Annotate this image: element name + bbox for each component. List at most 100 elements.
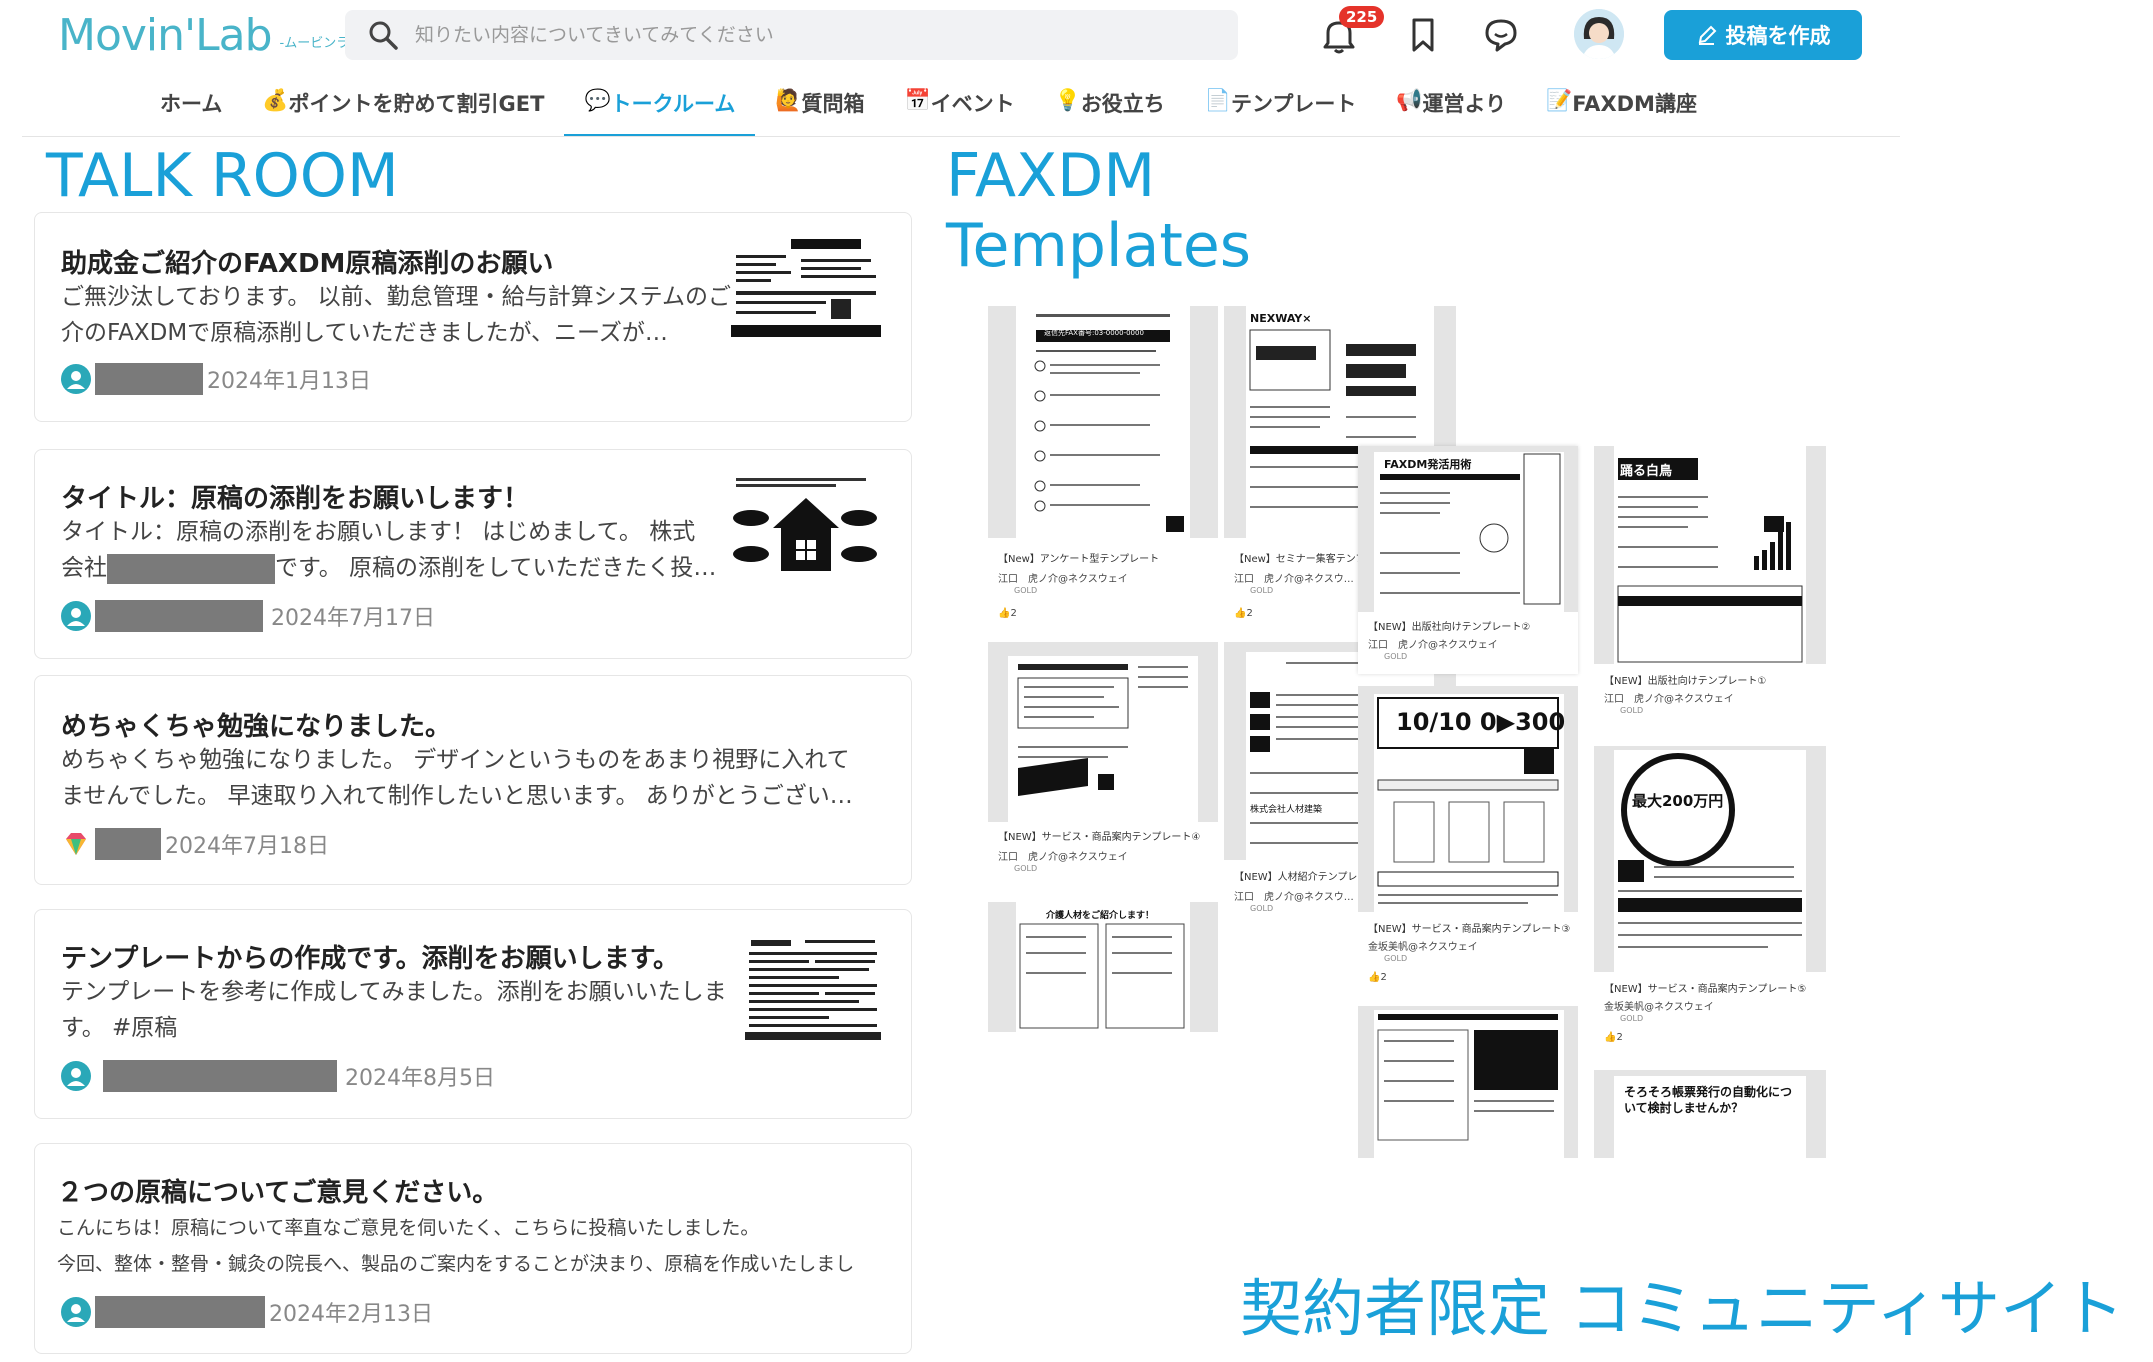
template-card[interactable]: 返信先FAX番号:03-0000-0000 【New】アンケート型テンプレート … <box>988 306 1218 636</box>
thumbs-up-icon: 👍 <box>1368 972 1381 983</box>
author-rank: GOLD <box>1620 706 1644 715</box>
post-excerpt: テンプレートを参考に作成してみました。添削をお願いいたします。 #原稿 <box>61 979 727 1041</box>
template-doc <box>1017 664 1188 796</box>
avatar[interactable] <box>1574 9 1624 59</box>
like-count: 👍2 <box>1368 972 1387 983</box>
like-count: 👍2 <box>1604 1032 1623 1043</box>
tab-talkroom[interactable]: 💬 トークルーム <box>564 88 756 137</box>
nav-divider <box>22 136 1900 137</box>
talkroom-heading: TALK ROOM <box>46 141 399 211</box>
template-card[interactable]: 【NEW】サービス・商品案内テンプレート④ 江口 虎ノ介@ネクスウェイ GOLD <box>988 642 1218 888</box>
like-count: 👍2 <box>1234 608 1253 619</box>
template-card[interactable]: 踊る白鳥 【NEW】出版社向けテンプレート① 江口 虎ノ介@ネクスウェイ GOL… <box>1594 446 1826 728</box>
tab-faxdm-course[interactable]: 📝 FAXDM講座 <box>1526 88 1717 134</box>
template-doc <box>1377 1014 1558 1141</box>
nav-label: 質問箱 <box>801 92 865 116</box>
post-meta: 2024年2月13日 <box>61 1296 433 1328</box>
post-date: 2024年2月13日 <box>269 1302 433 1327</box>
money-bag-icon: 💰 <box>262 88 289 112</box>
template-card[interactable]: 10/10 0▶300 【NEW】サービス・商品案内テンプレート③ 金坂美帆@ネ… <box>1358 686 1578 990</box>
tab-tips[interactable]: 💡 お役立ち <box>1035 88 1185 134</box>
search-icon <box>369 21 398 50</box>
post-meta: 2024年1月13日 <box>61 363 371 395</box>
nav-label: お役立ち <box>1080 92 1165 116</box>
post-thumbnail <box>731 476 881 581</box>
post-excerpt: ご無沙汰しております。 以前、勤怠管理・給与計算システムのご紹介のFAXDMで原… <box>61 284 754 346</box>
nav-label: ポイントを貯めて割引GET <box>288 92 545 116</box>
post-title: 助成金ご紹介のFAXDM原稿添削のお願い <box>61 249 554 279</box>
post-card[interactable]: タイトル：原稿の添削をお願いします！ タイトル：原稿の添削をお願いします！ はじ… <box>34 449 912 659</box>
tagline: 契約者限定 コミュニティサイト <box>1240 1272 2124 1345</box>
nav-label: 運営より <box>1422 92 1507 116</box>
author-rank: GOLD <box>1014 864 1038 873</box>
template-title: 【New】アンケート型テンプレート <box>998 554 1160 565</box>
create-post-button[interactable]: 投稿を作成 <box>1664 10 1862 60</box>
template-preview: 10/10 0▶300 <box>1358 686 1578 912</box>
chat-icon[interactable] <box>1478 12 1524 58</box>
post-excerpt-prefix: 会社 <box>61 555 107 581</box>
user-icon <box>61 1061 91 1091</box>
search-bar[interactable] <box>345 10 1238 60</box>
author-rank: GOLD <box>1250 904 1274 913</box>
post-excerpt: こんにちは！原稿について率直なご意見を伺いたく、こちらに投稿いたしました。 今回… <box>57 1210 907 1282</box>
template-card[interactable]: 介護人材をご紹介します！ <box>988 902 1218 1032</box>
post-thumbnail <box>731 235 881 340</box>
template-card[interactable]: FAXDM発活用術 【NEW】出版社向けテンプレート② 江口 虎ノ介@ネクスウェ… <box>1358 446 1578 674</box>
post-meta: 2024年7月18日 <box>61 828 329 860</box>
template-author: 金坂美帆@ネクスウェイ <box>1604 1002 1714 1013</box>
template-title: 【NEW】出版社向けテンプレート① <box>1604 676 1767 687</box>
search-input[interactable] <box>413 23 1237 47</box>
template-card[interactable]: そろそろ帳票発行の自動化について検討しませんか？ <box>1594 1070 1826 1158</box>
user-icon <box>61 601 91 631</box>
tab-questions[interactable]: 🙋 質問箱 <box>755 88 884 134</box>
template-card[interactable]: 最大200万円 【NEW】サービス・商品案内テンプレート⑤ 金坂美帆@ネクスウェ… <box>1594 746 1826 1054</box>
notification-badge: 225 <box>1339 6 1385 28</box>
create-post-label: 投稿を作成 <box>1725 24 1831 48</box>
post-title: めちゃくちゃ勉強になりました。 <box>61 712 452 742</box>
template-author: 江口 虎ノ介@ネクスウェイ <box>1604 694 1734 705</box>
post-date: 2024年7月17日 <box>271 606 435 631</box>
post-excerpt-line2: 今回、整体・整骨・鍼灸の院長へ、製品のご案内をすることが決まり、原稿を作成いたし… <box>57 1253 855 1275</box>
thumbs-up-icon: 👍 <box>998 608 1011 619</box>
bookmark-icon[interactable] <box>1400 12 1446 58</box>
tab-announcements[interactable]: 📢 運営より <box>1376 88 1526 134</box>
tab-templates[interactable]: 📄 テンプレート <box>1185 88 1377 134</box>
nav-label: テンプレート <box>1230 92 1357 116</box>
template-preview: 介護人材をご紹介します！ <box>988 902 1218 1032</box>
post-card[interactable]: めちゃくちゃ勉強になりました。 めちゃくちゃ勉強になりました。 デザインというも… <box>34 675 912 885</box>
calendar-icon: 📅 <box>904 88 931 112</box>
post-meta: 2024年8月5日 <box>61 1060 495 1092</box>
author-rank: GOLD <box>1250 586 1274 595</box>
author-rank: GOLD <box>1014 586 1038 595</box>
template-doc-text: そろそろ帳票発行の自動化について検討しませんか？ <box>1624 1085 1793 1115</box>
author-rank: GOLD <box>1384 652 1408 661</box>
pencil-icon <box>1698 25 1716 45</box>
template-doc <box>1380 453 1561 605</box>
template-doc <box>1019 923 1185 1029</box>
post-excerpt: めちゃくちゃ勉強になりました。 デザインというものをあまり視野に入れてませんでし… <box>61 747 853 809</box>
template-preview: 返信先FAX番号:03-0000-0000 <box>988 306 1218 538</box>
tab-events[interactable]: 📅 イベント <box>885 88 1035 134</box>
user-icon <box>61 364 91 394</box>
nav-label: トークルーム <box>610 92 736 116</box>
lightbulb-icon: 💡 <box>1054 88 1081 112</box>
template-author: 江口 虎ノ介@ネクスウ… <box>1234 892 1354 903</box>
document-icon: 📄 <box>1204 88 1231 112</box>
templates-heading-line2: Templates <box>946 211 1252 281</box>
post-card[interactable]: テンプレートからの作成です。添削をお願いします。 テンプレートを参考に作成してみ… <box>34 909 912 1119</box>
logo-text: Movin'Lab <box>58 10 273 61</box>
post-date: 2024年8月5日 <box>345 1066 495 1091</box>
template-preview: 踊る白鳥 <box>1594 446 1826 664</box>
template-author: 江口 虎ノ介@ネクスウェイ <box>1368 640 1498 651</box>
user-icon <box>61 1297 91 1327</box>
tab-points[interactable]: 💰 ポイントを貯めて割引GET <box>242 88 564 134</box>
template-card[interactable] <box>1358 1006 1578 1158</box>
memo-icon: 📝 <box>1546 88 1573 112</box>
post-card[interactable]: ２つの原稿についてご意見ください。 こんにちは！原稿について率直なご意見を伺いた… <box>34 1143 912 1354</box>
post-card[interactable]: 助成金ご紹介のFAXDM原稿添削のお願い ご無沙汰しております。 以前、勤怠管理… <box>34 212 912 422</box>
template-title: 【NEW】出版社向けテンプレート② <box>1368 622 1531 633</box>
redacted-username <box>95 363 203 395</box>
templates-heading-line1: FAXDM <box>946 141 1156 211</box>
tab-home[interactable]: ホーム <box>140 88 242 134</box>
site-logo[interactable]: Movin'Lab -ムービンラボ- <box>58 10 367 61</box>
